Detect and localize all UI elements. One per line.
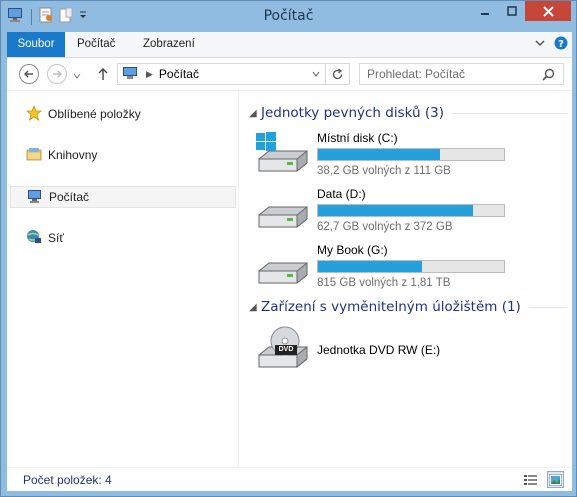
close-icon	[542, 5, 554, 17]
dvd-drive-icon: DVD	[255, 325, 309, 377]
computer-icon	[122, 66, 140, 83]
hard-drive-windows-icon	[255, 131, 309, 183]
search-box[interactable]	[359, 63, 564, 85]
drive-usage-fill	[318, 149, 441, 160]
group-title: Jednotky pevných disků (3)	[261, 105, 444, 121]
nav-item-libraries[interactable]: Knihovny	[10, 144, 236, 166]
hard-drive-icon	[255, 187, 309, 239]
collapse-chevron-icon[interactable]: ◢	[249, 108, 261, 119]
group-title: Zařízení s vyměnitelným úložištěm (1)	[261, 299, 521, 315]
window-controls	[471, 1, 571, 21]
dvd-badge: DVD	[278, 346, 294, 353]
maximize-icon	[506, 6, 517, 16]
close-button[interactable]	[525, 1, 571, 21]
search-input[interactable]	[360, 64, 530, 84]
refresh-button[interactable]	[326, 63, 350, 85]
drive-free-space: 815 GB volných z 1,81 TB	[317, 277, 451, 289]
drive-item-d[interactable]: Data (D:) 62,7 GB volných z 372 GB	[255, 187, 515, 239]
main-pane: ◢ Jednotky pevných disků (3) Místní disk…	[245, 91, 572, 468]
drive-item-g[interactable]: My Book (G:) 815 GB volných z 1,81 TB	[255, 243, 515, 295]
content-area: Oblíbené položky Knihovny Počítač Síť ◢ …	[7, 90, 572, 468]
view-buttons	[522, 471, 564, 488]
drive-item-c[interactable]: Místní disk (C:) 38,2 GB volných z 111 G…	[255, 131, 515, 183]
computer-icon	[27, 188, 43, 207]
help-icon[interactable]: ?	[554, 36, 568, 53]
back-arrow-icon	[24, 70, 33, 78]
expand-ribbon-chevron-icon[interactable]	[534, 37, 546, 52]
library-icon	[26, 146, 42, 165]
tiles-view-icon	[549, 473, 562, 486]
status-bar: Počet položek: 4	[7, 467, 572, 491]
minimize-icon	[480, 13, 489, 15]
navigation-pane: Oblíbené položky Knihovny Počítač Síť	[7, 91, 239, 468]
up-arrow-icon	[98, 68, 108, 80]
drive-free-space: 62,7 GB volných z 372 GB	[317, 221, 453, 233]
group-divider	[452, 112, 567, 114]
up-button[interactable]	[97, 67, 109, 84]
address-dropdown-icon[interactable]	[311, 68, 321, 82]
maximize-button[interactable]	[498, 1, 525, 21]
drive-name: Jednotka DVD RW (E:)	[317, 343, 441, 357]
drive-usage-bar	[317, 204, 505, 217]
tab-pocitac[interactable]: Počítač	[67, 32, 125, 57]
tiles-view-button[interactable]	[547, 471, 564, 488]
navigation-bar: ▶ Počítač	[7, 58, 572, 90]
nav-item-network[interactable]: Síť	[10, 227, 236, 249]
tab-zobrazeni[interactable]: Zobrazení	[133, 32, 205, 57]
group-header-hard-drives[interactable]: ◢ Jednotky pevných disků (3)	[249, 103, 567, 123]
network-icon	[26, 229, 42, 248]
star-icon	[25, 104, 43, 124]
forward-button[interactable]	[47, 64, 67, 84]
drive-usage-bar	[317, 260, 505, 273]
drive-name: Data (D:)	[317, 187, 366, 201]
title-bar: Počítač	[1, 1, 576, 31]
ribbon-tabs: Soubor Počítač Zobrazení ?	[7, 32, 572, 58]
search-icon[interactable]	[542, 68, 555, 84]
forward-arrow-icon	[53, 70, 62, 78]
group-divider	[528, 306, 567, 308]
collapse-chevron-icon[interactable]: ◢	[249, 302, 261, 313]
nav-item-label: Počítač	[49, 190, 90, 204]
nav-item-label: Knihovny	[48, 148, 98, 162]
nav-item-label: Síť	[48, 231, 64, 245]
hard-drive-icon	[255, 243, 309, 295]
recent-locations-chevron-icon[interactable]	[73, 69, 81, 83]
refresh-icon	[332, 67, 343, 79]
details-view-icon	[524, 474, 537, 485]
address-bar[interactable]: ▶ Počítač	[117, 63, 326, 85]
ribbon-controls: ?	[534, 36, 568, 53]
back-button[interactable]	[19, 64, 39, 84]
item-count: Počet položek: 4	[23, 473, 112, 487]
address-path[interactable]: Počítač	[159, 67, 199, 81]
drive-usage-fill	[318, 261, 423, 272]
drive-free-space: 38,2 GB volných z 111 GB	[317, 165, 451, 177]
group-header-removable[interactable]: ◢ Zařízení s vyměnitelným úložištěm (1)	[249, 297, 567, 317]
explorer-window: Počítač Soubor Počítač Zobrazení ? ▶ Poč…	[0, 0, 577, 497]
breadcrumb-separator-icon: ▶	[146, 68, 153, 79]
nav-item-favorites[interactable]: Oblíbené položky	[10, 103, 236, 125]
nav-item-label: Oblíbené položky	[48, 107, 141, 121]
nav-item-computer[interactable]: Počítač	[10, 186, 236, 208]
details-view-button[interactable]	[522, 471, 539, 488]
svg-text:?: ?	[558, 39, 564, 50]
drive-name: Místní disk (C:)	[317, 131, 398, 145]
minimize-button[interactable]	[471, 1, 498, 21]
drive-usage-fill	[318, 205, 473, 216]
drive-usage-bar	[317, 148, 505, 161]
drive-name: My Book (G:)	[317, 243, 388, 257]
drive-item-e[interactable]: DVD Jednotka DVD RW (E:)	[255, 325, 515, 377]
tab-soubor[interactable]: Soubor	[7, 32, 65, 57]
